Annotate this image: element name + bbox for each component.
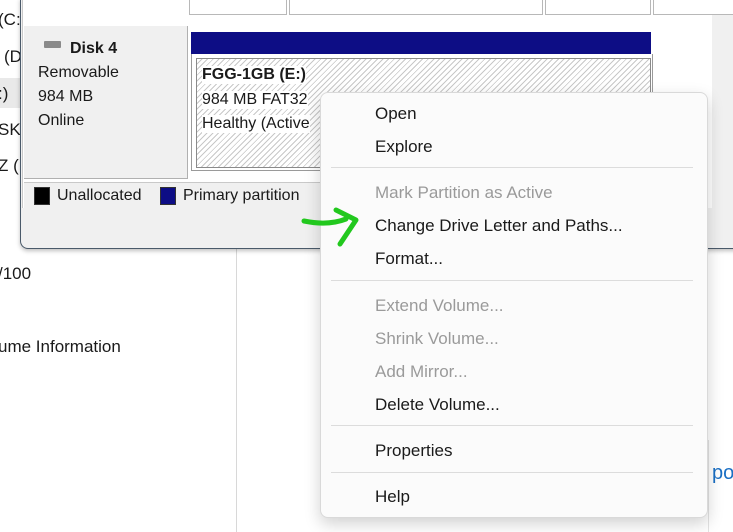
menu-item-delete-volume[interactable]: Delete Volume... bbox=[375, 395, 500, 415]
menu-item-format[interactable]: Format... bbox=[375, 249, 443, 269]
menu-item-properties[interactable]: Properties bbox=[375, 441, 452, 461]
disk-size: 984 MB bbox=[38, 88, 94, 105]
previous-volume-cell[interactable] bbox=[189, 0, 287, 15]
background-list-item[interactable]: :) bbox=[0, 84, 8, 104]
unallocated-swatch bbox=[34, 187, 50, 205]
background-list-item[interactable]: (C: bbox=[0, 10, 21, 30]
previous-volume-cell[interactable] bbox=[545, 0, 651, 15]
disk-icon bbox=[44, 41, 61, 48]
background-link[interactable]: po bbox=[712, 462, 733, 485]
menu-separator bbox=[331, 280, 693, 281]
menu-separator bbox=[331, 472, 693, 473]
disk-title: Disk 4 bbox=[70, 40, 118, 57]
disk-status: Online bbox=[38, 112, 85, 129]
menu-item-add-mirror: Add Mirror... bbox=[375, 362, 468, 381]
background-right-panel bbox=[708, 440, 733, 532]
background-list-item[interactable]: /100 bbox=[0, 264, 31, 284]
volume-health: Healthy (Active bbox=[202, 115, 310, 133]
menu-separator bbox=[331, 425, 693, 426]
menu-item-explore[interactable]: Explore bbox=[375, 137, 433, 157]
menu-item-shrink-volume: Shrink Volume... bbox=[375, 329, 499, 348]
legend-primary-partition: Primary partition bbox=[183, 187, 300, 204]
menu-item-mark-active: Mark Partition as Active bbox=[375, 183, 553, 202]
primary-partition-swatch bbox=[160, 187, 176, 205]
disk-type: Removable bbox=[38, 64, 119, 81]
volume-size-filesystem: 984 MB FAT32 bbox=[202, 91, 308, 109]
background-pane-divider bbox=[236, 246, 237, 532]
background-list-item[interactable]: Z ( bbox=[0, 156, 19, 176]
previous-volume-cell[interactable] bbox=[653, 0, 733, 15]
arrow-annotation-icon bbox=[301, 207, 359, 247]
previous-volume-cell[interactable] bbox=[289, 0, 543, 15]
background-list-item[interactable]: SK bbox=[0, 120, 21, 140]
menu-item-extend-volume: Extend Volume... bbox=[375, 296, 504, 315]
legend-unallocated: Unallocated bbox=[57, 187, 142, 204]
background-list-item[interactable]: ume Information bbox=[0, 337, 121, 357]
primary-partition-bar bbox=[191, 32, 651, 54]
volume-title: FGG-1GB (E:) bbox=[202, 66, 306, 84]
menu-item-help[interactable]: Help bbox=[375, 487, 410, 507]
menu-item-open[interactable]: Open bbox=[375, 104, 417, 124]
menu-separator bbox=[331, 167, 693, 168]
menu-item-change-drive-letter[interactable]: Change Drive Letter and Paths... bbox=[375, 216, 623, 236]
